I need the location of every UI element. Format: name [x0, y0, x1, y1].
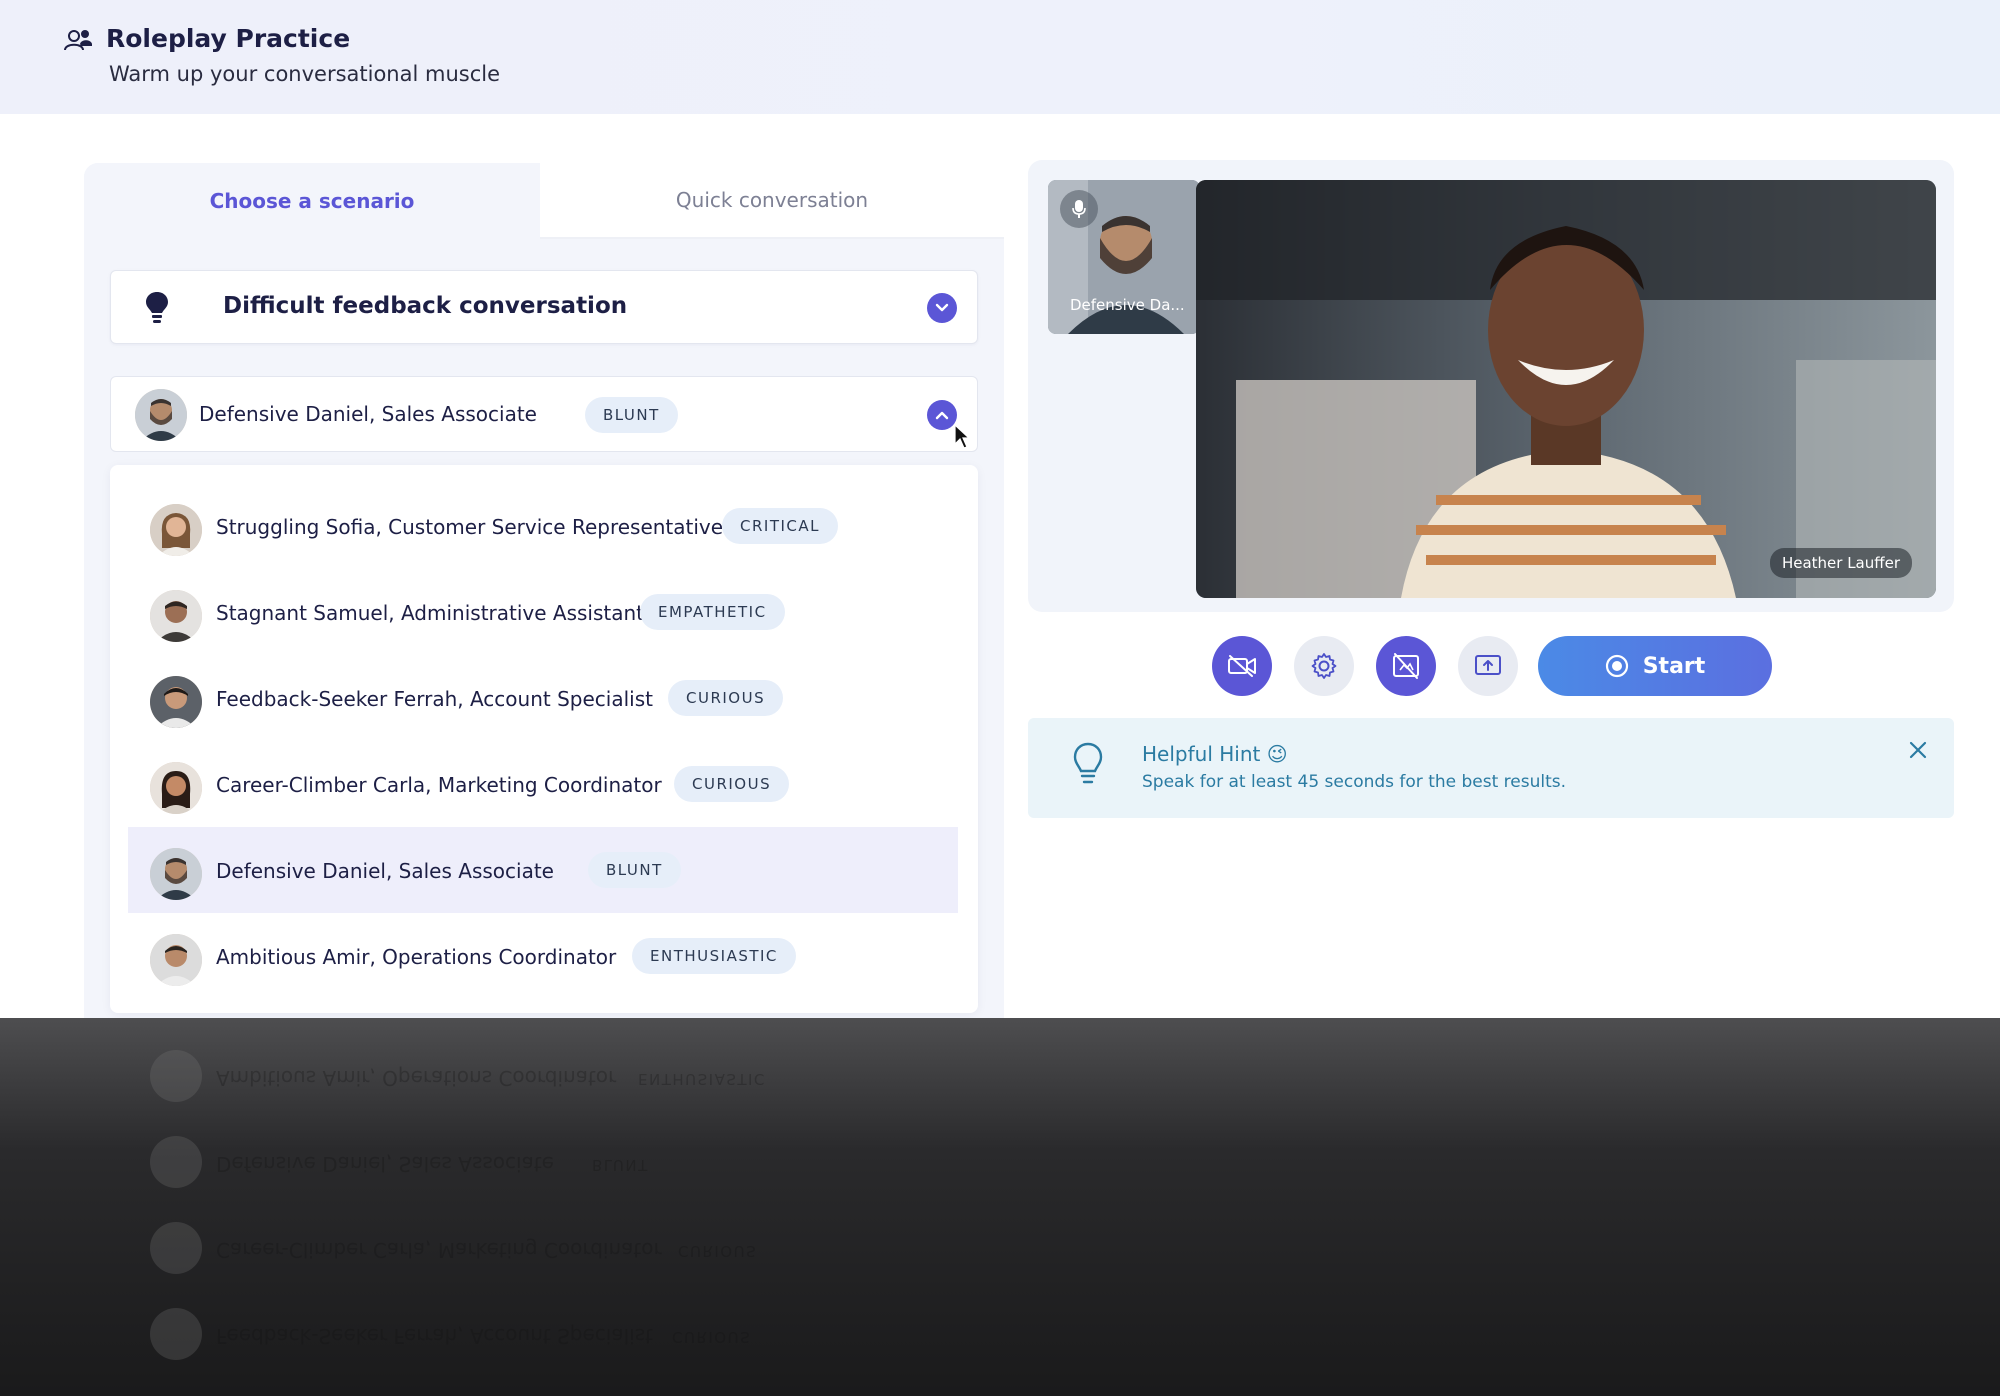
start-button[interactable]: Start [1538, 636, 1772, 696]
list-item[interactable]: Feedback-Seeker Ferrah, Account Speciali… [128, 655, 958, 741]
persona-name: Ambitious Amir, Operations Coordinator [216, 945, 617, 969]
persona-trait-badge: ENTHUSIASTIC [632, 938, 796, 974]
reflected-persona-name: Career-Climber Carla, Marketing Coordina… [216, 1238, 662, 1262]
avatar [150, 590, 202, 642]
reflected-list-item: Defensive Daniel, Sales Associate BLUNT [150, 1132, 1050, 1192]
person-avatar-icon [150, 934, 202, 986]
page-title: Roleplay Practice [106, 24, 351, 53]
lightbulb-icon [146, 292, 168, 323]
avatar [150, 504, 202, 556]
screen-off-icon [1393, 653, 1419, 679]
avatar [150, 1308, 202, 1360]
avatar [150, 676, 202, 728]
person-avatar-icon [150, 504, 202, 556]
person-avatar-icon [150, 848, 202, 900]
toggle-camera-button[interactable] [1212, 636, 1272, 696]
persona-name: Career-Climber Carla, Marketing Coordina… [216, 773, 662, 797]
avatar [150, 1050, 202, 1102]
persona-trait-badge: CRITICAL [722, 508, 838, 544]
reflected-list-item: Ambitious Amir, Operations Coordinator E… [150, 1046, 1050, 1106]
hint-title: Helpful Hint 😉 [1142, 742, 1288, 766]
chevron-down-icon [935, 303, 949, 312]
person-avatar-icon [150, 590, 202, 642]
speaker-video-image [1196, 180, 1936, 598]
video-preview-panel: Defensive Da... Heather Lauffer [1028, 160, 1954, 612]
persona-trait-badge: BLUNT [588, 852, 681, 888]
person-avatar-icon [150, 676, 202, 728]
hint-text: Speak for at least 45 seconds for the be… [1142, 772, 1567, 792]
list-item[interactable]: Ambitious Amir, Operations Coordinator E… [128, 913, 958, 999]
persona-trait-badge: EMPATHETIC [640, 594, 785, 630]
list-item[interactable]: Career-Climber Carla, Marketing Coordina… [128, 741, 958, 827]
persona-list: Struggling Sofia, Customer Service Repre… [110, 465, 978, 1013]
list-item[interactable]: Struggling Sofia, Customer Service Repre… [128, 483, 958, 569]
persona-trait-badge: CURIOUS [668, 680, 784, 716]
reflected-list-item: Feedback-Seeker Ferrah, Account Speciali… [150, 1304, 1050, 1364]
reflected-persona-name: Defensive Daniel, Sales Associate [216, 1152, 554, 1176]
mouse-cursor-icon [954, 424, 970, 449]
persona-trait-badge: CURIOUS [674, 766, 790, 802]
self-video-thumbnail[interactable]: Defensive Da... [1048, 180, 1200, 334]
persona-trait-badge: BLUNT [585, 397, 678, 433]
gear-icon [1311, 653, 1337, 679]
avatar [150, 1222, 202, 1274]
avatar [150, 934, 202, 986]
persona-name: Stagnant Samuel, Administrative Assistan… [216, 601, 645, 625]
persona-dropdown[interactable]: Defensive Daniel, Sales Associate BLUNT [110, 376, 978, 452]
call-controls: Start [1212, 636, 1772, 696]
persona-name: Feedback-Seeker Ferrah, Account Speciali… [216, 687, 653, 711]
person-avatar-icon [135, 389, 187, 441]
users-icon [64, 30, 92, 51]
persona-name: Defensive Daniel, Sales Associate [216, 859, 554, 883]
page-subtitle: Warm up your conversational muscle [109, 62, 501, 86]
reflected-persona-name: Ambitious Amir, Operations Coordinator [216, 1066, 617, 1090]
scenario-label: Difficult feedback conversation [223, 293, 628, 319]
avatar [150, 1136, 202, 1188]
start-button-label: Start [1642, 653, 1706, 679]
avatar [150, 848, 202, 900]
collapse-persona-button[interactable] [927, 400, 957, 430]
reflected-badge: BLUNT [592, 1156, 649, 1174]
tab-choose-scenario[interactable]: Choose a scenario [84, 163, 540, 239]
avatar [150, 762, 202, 814]
reflected-badge: CURIOUS [678, 1242, 758, 1260]
record-icon [1605, 654, 1628, 678]
mute-microphone-button[interactable] [1060, 190, 1098, 228]
lightbulb-icon [1073, 742, 1103, 784]
reflected-badge: CURIOUS [672, 1328, 752, 1346]
page-header: Roleplay Practice Warm up your conversat… [0, 0, 2000, 114]
reflected-badge: ENTHUSIASTIC [638, 1070, 766, 1088]
thumbnail-name-label: Defensive Da... [1070, 296, 1185, 314]
chevron-up-icon [935, 411, 949, 420]
list-item[interactable]: Stagnant Samuel, Administrative Assistan… [128, 569, 958, 655]
share-screen-icon [1475, 655, 1501, 675]
person-avatar-icon [150, 762, 202, 814]
camera-off-icon [1228, 655, 1256, 677]
helpful-hint-banner: Helpful Hint 😉 Speak for at least 45 sec… [1028, 718, 1954, 818]
toggle-screen-button[interactable] [1376, 636, 1436, 696]
scenario-dropdown[interactable]: Difficult feedback conversation [110, 270, 978, 344]
tab-quick-conversation[interactable]: Quick conversation [540, 163, 1004, 239]
reflected-list-item: Career-Climber Carla, Marketing Coordina… [150, 1218, 1050, 1278]
reflected-persona-name: Feedback-Seeker Ferrah, Account Speciali… [216, 1324, 653, 1348]
close-icon[interactable] [1908, 740, 1928, 760]
avatar [135, 389, 187, 441]
speaker-name-tag: Heather Lauffer [1769, 548, 1912, 578]
selected-persona-name: Defensive Daniel, Sales Associate [199, 402, 537, 426]
persona-name: Struggling Sofia, Customer Service Repre… [216, 515, 724, 539]
microphone-icon [1072, 200, 1086, 218]
main-video-feed: Heather Lauffer [1196, 180, 1936, 598]
list-item[interactable]: Defensive Daniel, Sales Associate BLUNT [128, 827, 958, 913]
settings-button[interactable] [1294, 636, 1354, 696]
expand-scenario-button[interactable] [927, 293, 957, 323]
share-screen-button[interactable] [1458, 636, 1518, 696]
reflection-overlay: Ambitious Amir, Operations Coordinator E… [0, 1018, 2000, 1396]
mode-tabs: Choose a scenario Quick conversation [84, 163, 1004, 239]
